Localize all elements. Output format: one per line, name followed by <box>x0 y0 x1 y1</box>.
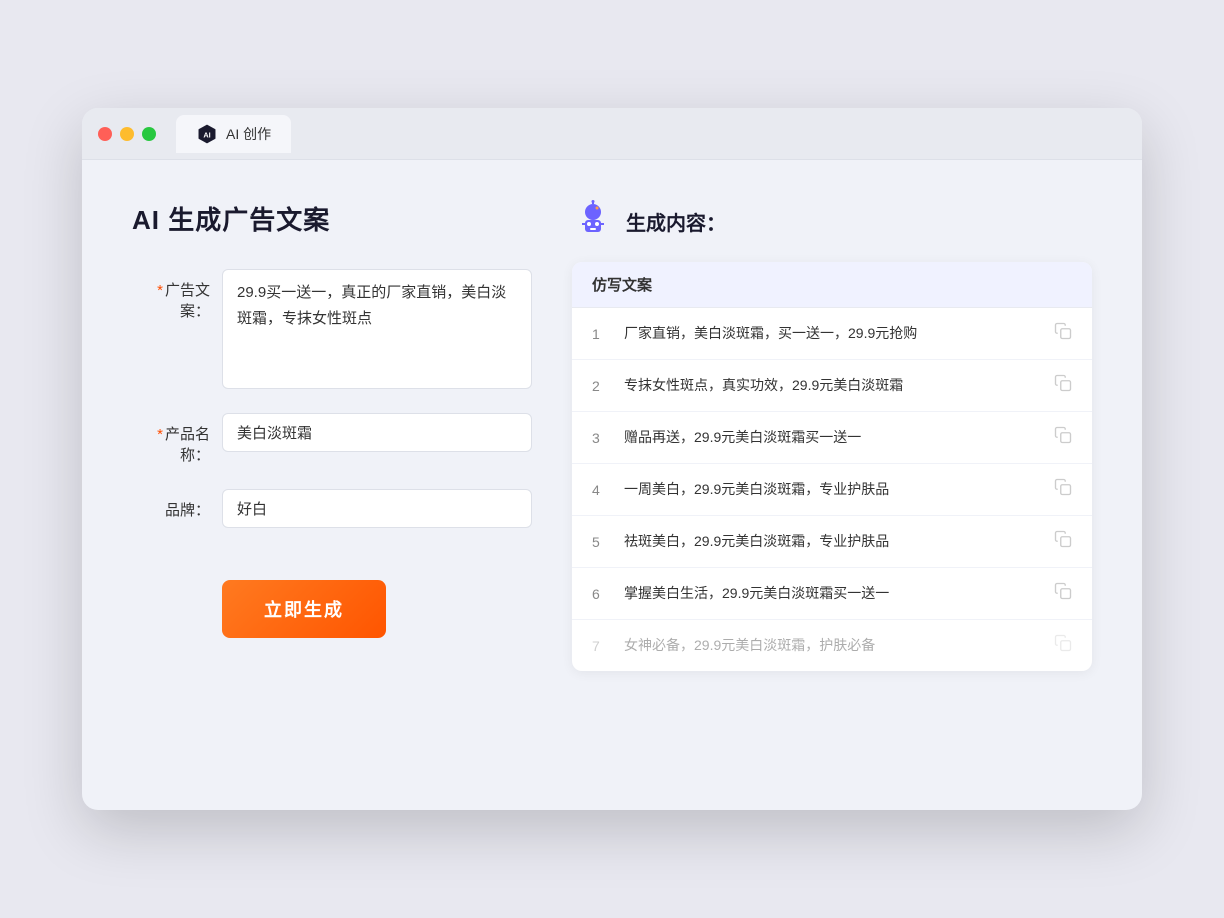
result-row: 7 女神必备，29.9元美白淡斑霜，护肤必备 <box>572 620 1092 671</box>
row-text: 女神必备，29.9元美白淡斑霜，护肤必备 <box>624 635 1042 656</box>
browser-titlebar: AI AI 创作 <box>82 108 1142 160</box>
copy-icon[interactable] <box>1054 322 1072 345</box>
row-text: 专抹女性斑点，真实功效，29.9元美白淡斑霜 <box>624 375 1042 396</box>
copy-icon[interactable] <box>1054 582 1072 605</box>
copy-icon[interactable] <box>1054 374 1072 397</box>
result-rows-container: 1 厂家直销，美白淡斑霜，买一送一，29.9元抢购 2 专抹女性斑点，真实功效，29… <box>572 308 1092 671</box>
results-column-header: 仿写文案 <box>572 262 1092 308</box>
browser-window: AI AI 创作 AI 生成广告文案 *广告文案： *产品名称： <box>82 108 1142 810</box>
copy-icon[interactable] <box>1054 634 1072 657</box>
row-number: 2 <box>592 378 612 394</box>
browser-tab[interactable]: AI AI 创作 <box>176 115 291 153</box>
product-name-label: *产品名称： <box>132 413 222 465</box>
browser-content: AI 生成广告文案 *广告文案： *产品名称： 品牌： 立 <box>82 160 1142 810</box>
row-number: 3 <box>592 430 612 446</box>
minimize-button[interactable] <box>120 127 134 141</box>
results-section-title: 生成内容： <box>626 207 726 236</box>
row-number: 4 <box>592 482 612 498</box>
results-header-row: 生成内容： <box>572 200 1092 242</box>
robot-icon <box>572 200 614 242</box>
result-row: 2 专抹女性斑点，真实功效，29.9元美白淡斑霜 <box>572 360 1092 412</box>
row-text: 掌握美白生活，29.9元美白淡斑霜买一送一 <box>624 583 1042 604</box>
row-number: 1 <box>592 326 612 342</box>
brand-row: 品牌： <box>132 489 532 528</box>
ai-tab-icon: AI <box>196 123 218 145</box>
row-text: 厂家直销，美白淡斑霜，买一送一，29.9元抢购 <box>624 323 1042 344</box>
result-row: 6 掌握美白生活，29.9元美白淡斑霜买一送一 <box>572 568 1092 620</box>
row-number: 6 <box>592 586 612 602</box>
result-row: 1 厂家直销，美白淡斑霜，买一送一，29.9元抢购 <box>572 308 1092 360</box>
product-name-required: * <box>157 426 163 443</box>
ad-copy-label: *广告文案： <box>132 269 222 321</box>
results-table: 仿写文案 1 厂家直销，美白淡斑霜，买一送一，29.9元抢购 2 专抹女性斑点，真实… <box>572 262 1092 671</box>
row-number: 5 <box>592 534 612 550</box>
ad-copy-input[interactable] <box>222 269 532 389</box>
copy-icon[interactable] <box>1054 530 1072 553</box>
page-title: AI 生成广告文案 <box>132 200 532 237</box>
generate-button[interactable]: 立即生成 <box>222 580 386 638</box>
row-text: 一周美白，29.9元美白淡斑霜，专业护肤品 <box>624 479 1042 500</box>
maximize-button[interactable] <box>142 127 156 141</box>
row-number: 7 <box>592 638 612 654</box>
result-row: 4 一周美白，29.9元美白淡斑霜，专业护肤品 <box>572 464 1092 516</box>
brand-input[interactable] <box>222 489 532 528</box>
result-row: 3 赠品再送，29.9元美白淡斑霜买一送一 <box>572 412 1092 464</box>
copy-icon[interactable] <box>1054 478 1072 501</box>
row-text: 祛斑美白，29.9元美白淡斑霜，专业护肤品 <box>624 531 1042 552</box>
product-name-row: *产品名称： <box>132 413 532 465</box>
svg-text:AI: AI <box>203 130 210 139</box>
result-row: 5 祛斑美白，29.9元美白淡斑霜，专业护肤品 <box>572 516 1092 568</box>
tab-label: AI 创作 <box>226 124 271 144</box>
traffic-lights <box>98 127 156 141</box>
ad-copy-required: * <box>157 282 163 299</box>
ad-copy-row: *广告文案： <box>132 269 532 389</box>
copy-icon[interactable] <box>1054 426 1072 449</box>
row-text: 赠品再送，29.9元美白淡斑霜买一送一 <box>624 427 1042 448</box>
left-panel: AI 生成广告文案 *广告文案： *产品名称： 品牌： 立 <box>132 200 532 770</box>
brand-label: 品牌： <box>132 489 222 520</box>
right-panel: 生成内容： 仿写文案 1 厂家直销，美白淡斑霜，买一送一，29.9元抢购 2 专抹女… <box>572 200 1092 770</box>
close-button[interactable] <box>98 127 112 141</box>
product-name-input[interactable] <box>222 413 532 452</box>
